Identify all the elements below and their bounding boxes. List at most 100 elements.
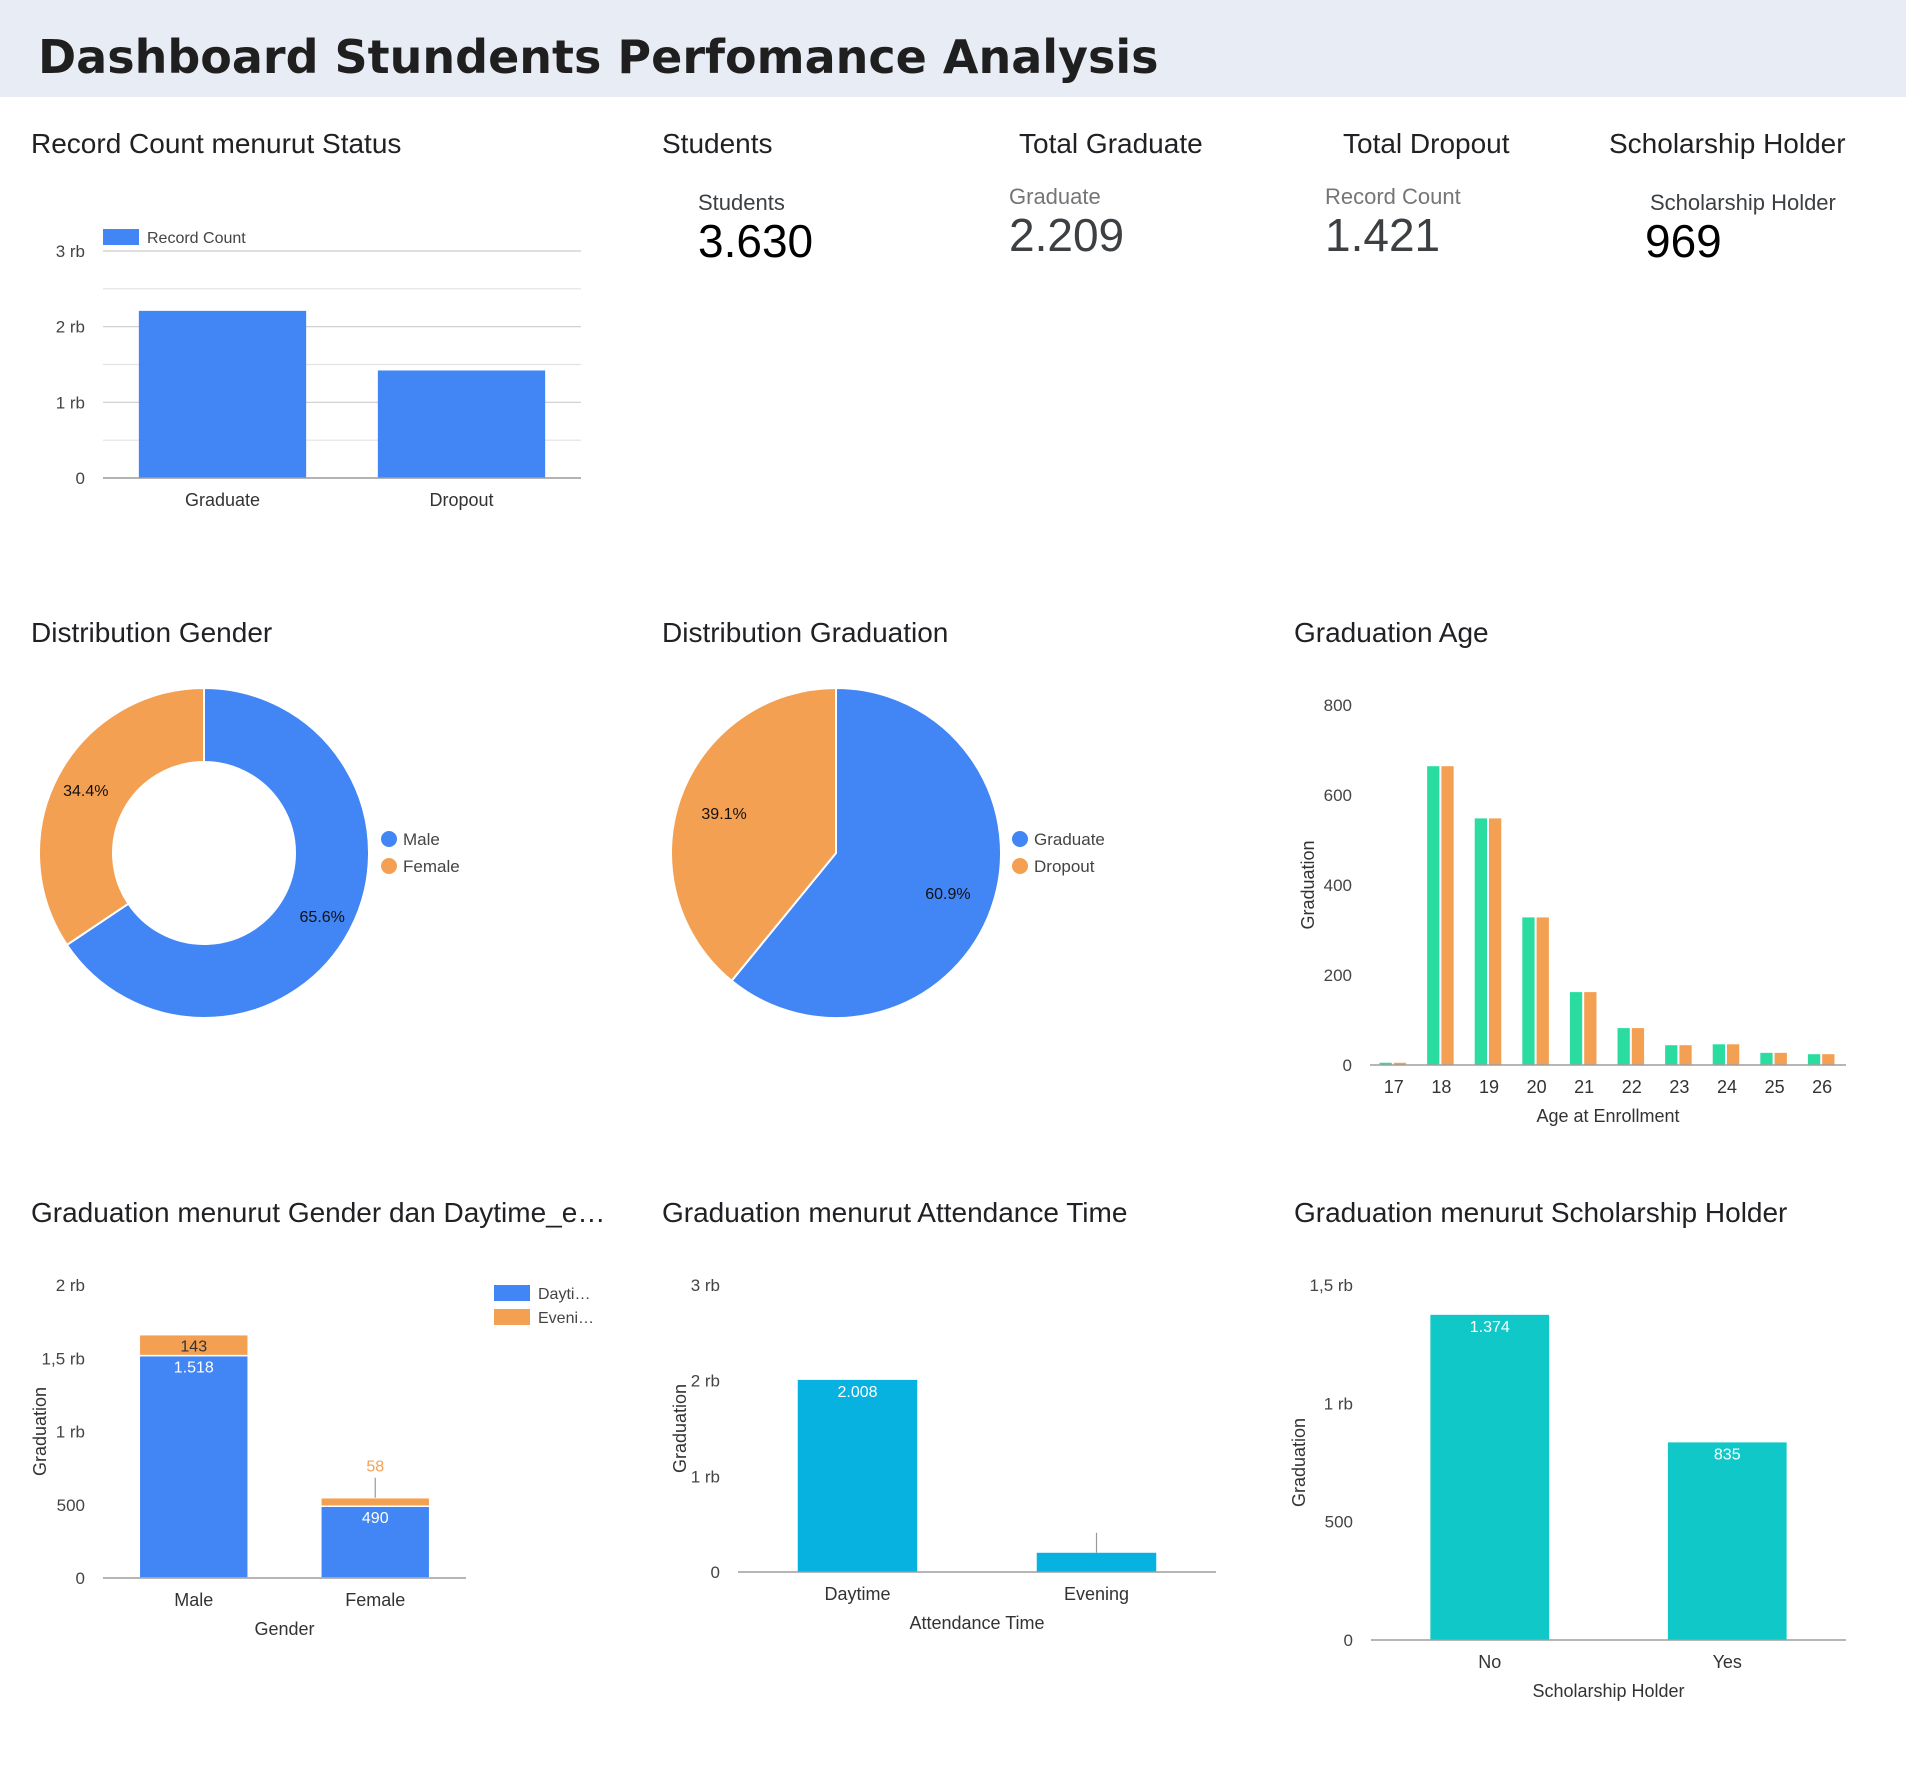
legend-dot [1012, 858, 1028, 874]
data-label: 835 [1714, 1446, 1741, 1463]
x-axis-title: Age at Enrollment [1536, 1106, 1679, 1126]
kpi-total-dropout-label: Record Count [1325, 184, 1461, 209]
gender-chart-panel[interactable]: Distribution Gender 65.6% 34.4% Male Female [31, 617, 591, 1037]
bar [1536, 917, 1549, 1065]
x-tick-label: 19 [1479, 1077, 1499, 1097]
y-tick-label: 600 [1324, 786, 1352, 805]
graduation-chart-panel[interactable]: Distribution Graduation 60.9% 39.1% Gradua… [662, 617, 1222, 1037]
kpi-total-dropout-header: Total Dropout [1343, 128, 1510, 159]
bar [1679, 1045, 1692, 1065]
bar [1774, 1052, 1787, 1065]
y-tick-label: 2 rb [56, 1276, 85, 1295]
data-label: 1.374 [1470, 1319, 1510, 1336]
kpi-total-dropout-value: 1.421 [1325, 209, 1441, 261]
x-axis-title: Gender [254, 1619, 314, 1639]
bar [138, 310, 307, 478]
kpi-students-header: Students [662, 128, 773, 159]
y-tick-label: 1 rb [1324, 1394, 1353, 1413]
bar [1631, 1028, 1645, 1065]
data-label: 58 [366, 1459, 384, 1476]
legend-dot [381, 831, 397, 847]
y-tick-label: 500 [1325, 1513, 1353, 1532]
x-tick-label: 26 [1812, 1077, 1832, 1097]
x-tick-label: Graduate [185, 490, 260, 510]
y-axis-title: Graduation [1298, 840, 1318, 929]
bar [1474, 818, 1487, 1065]
bar [1822, 1054, 1835, 1065]
kpi-scholarship-holder-label: Scholarship Holder [1650, 190, 1836, 215]
status-chart-panel[interactable]: Record Count menurut Status 01 rb 2 rb 3 r… [31, 128, 591, 528]
attendance-chart-title: Graduation menurut Attendance Time [662, 1197, 1128, 1228]
legend-swatch [494, 1285, 530, 1301]
bar [1665, 1045, 1678, 1065]
attendance-chart-panel[interactable]: Graduation menurut Attendance Time 0 1 rb… [662, 1197, 1242, 1647]
slice-label: 65.6% [300, 909, 345, 926]
y-axis-title: Graduation [1289, 1418, 1309, 1507]
bar [1727, 1044, 1740, 1065]
legend-label: Graduate [1034, 830, 1105, 849]
legend-swatch [103, 229, 139, 245]
legend-label: Eveni… [538, 1310, 594, 1327]
bar [1489, 818, 1502, 1065]
data-label: 2.008 [837, 1384, 877, 1401]
gender-daytime-chart: 0 500 1 rb 1,5 rb 2 rb 1.518 143 Male 490 58 Femal… [30, 1276, 594, 1639]
x-tick-label: 21 [1574, 1077, 1594, 1097]
bar [1617, 1028, 1630, 1065]
bar [138, 1354, 249, 1579]
kpi-total-graduate-value: 2.209 [1009, 209, 1125, 261]
bar [1712, 1044, 1725, 1065]
x-tick-label: 22 [1622, 1077, 1642, 1097]
bar [1441, 766, 1454, 1065]
y-tick-label: 200 [1324, 966, 1352, 985]
bar [1427, 766, 1440, 1065]
y-tick-label: 2 rb [691, 1372, 720, 1391]
y-tick-label: 3 rb [56, 242, 85, 261]
legend-dot [1012, 831, 1028, 847]
x-tick-label: Female [345, 1590, 405, 1610]
attendance-chart: 0 1 rb 2 rb 3 rb 2.008 Daytime 201 Evening Atten… [670, 1276, 1216, 1633]
x-tick-label: Daytime [824, 1584, 890, 1604]
y-tick-label: 0 [76, 1569, 85, 1588]
bar [797, 1379, 918, 1572]
scholarship-chart: 0 500 1 rb 1,5 rb 1.374 No 835 Yes Scholarship H… [1289, 1276, 1846, 1701]
bar [320, 1496, 431, 1507]
page-title: Dashboard Stundents Perfomance Analysis [38, 30, 1159, 84]
x-tick-label: 25 [1765, 1077, 1785, 1097]
x-tick-label: 23 [1669, 1077, 1689, 1097]
bar [1667, 1442, 1787, 1640]
y-tick-label: 3 rb [691, 1276, 720, 1295]
scholarship-chart-panel[interactable]: Graduation menurut Scholarship Holder 0 5… [1289, 1197, 1874, 1717]
graduation-chart: 60.9% 39.1% Graduate Dropout [670, 686, 1105, 1019]
kpi-students-label: Students [698, 190, 785, 215]
y-tick-label: 0 [711, 1563, 720, 1582]
kpi-scholarship-holder: Scholarship Holder Scholarship Holder 96… [1609, 128, 1889, 278]
dashboard-header: Dashboard Stundents Perfomance Analysis [0, 0, 1906, 97]
kpi-total-dropout: Total Dropout Record Count 1.421 [1325, 128, 1603, 278]
y-tick-label: 500 [57, 1496, 85, 1515]
x-axis-title: Attendance Time [909, 1613, 1044, 1633]
gender-daytime-chart-panel[interactable]: Graduation menurut Gender dan Daytime_e…… [30, 1197, 611, 1647]
x-tick-label: 17 [1384, 1077, 1404, 1097]
legend-label: Dropout [1034, 857, 1095, 876]
bar [1584, 992, 1597, 1065]
graduation-chart-title: Distribution Graduation [662, 617, 949, 648]
y-tick-label: 1,5 rb [42, 1349, 85, 1368]
y-axis-title: Graduation [670, 1384, 690, 1473]
bar [1760, 1052, 1773, 1065]
bar [377, 370, 546, 478]
data-label: 490 [362, 1510, 389, 1527]
y-tick-label: 800 [1324, 696, 1352, 715]
slice-label: 39.1% [701, 806, 746, 823]
age-chart: 0 200 400 600 800 17 18 19 20 21 22 23 24 25 26 Age at … [1298, 696, 1846, 1126]
kpi-students-value: 3.630 [698, 215, 814, 267]
y-tick-label: 1 rb [691, 1467, 720, 1486]
x-tick-label: Male [174, 1590, 213, 1610]
bar [1036, 1552, 1157, 1572]
age-chart-panel[interactable]: Graduation Age 0 200 400 600 800 17 18 19 20 21 22… [1294, 617, 1874, 1137]
kpi-total-graduate-header: Total Graduate [1019, 128, 1203, 159]
age-chart-title: Graduation Age [1294, 617, 1489, 648]
slice-label: 60.9% [925, 886, 970, 903]
y-tick-label: 2 rb [56, 318, 85, 337]
gender-chart-title: Distribution Gender [31, 617, 273, 648]
legend-swatch [494, 1309, 530, 1325]
